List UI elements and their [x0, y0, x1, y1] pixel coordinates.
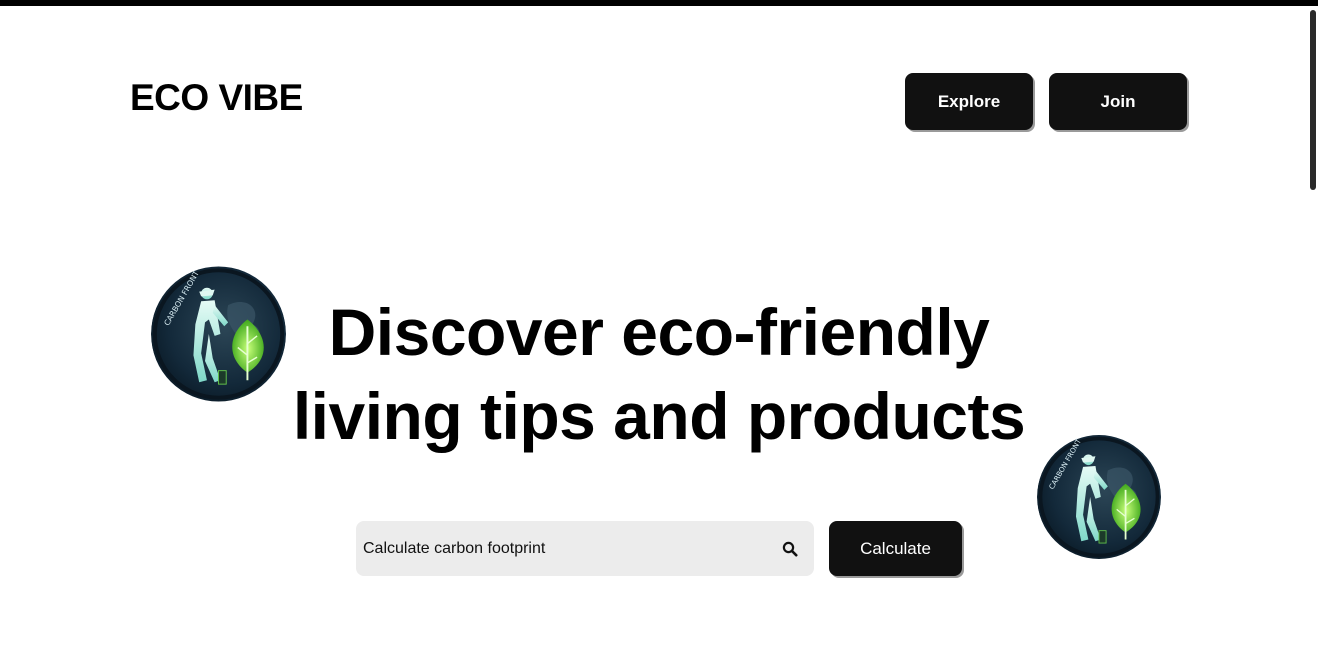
hero-title-line2: living tips and products — [292, 379, 1026, 453]
site-logo[interactable]: ECO VIBE — [130, 78, 303, 118]
search-icon[interactable] — [770, 521, 810, 576]
hero-title-line1: Discover eco-friendly — [328, 295, 990, 369]
top-border — [0, 0, 1318, 6]
carbon-search-box — [356, 521, 814, 576]
carbon-footprint-input[interactable] — [356, 521, 770, 576]
hero-title: Discover eco-friendly living tips and pr… — [259, 290, 1059, 458]
join-button[interactable]: Join — [1049, 73, 1187, 130]
carbon-footprint-badge-graphic: CARBON FRONT — [1037, 435, 1161, 559]
scrollbar-thumb[interactable] — [1310, 10, 1316, 190]
explore-button[interactable]: Explore — [905, 73, 1033, 130]
calculate-button[interactable]: Calculate — [829, 521, 962, 576]
carbon-footprint-badge-icon: CARBON FRONT — [1037, 433, 1161, 561]
page: ECO VIBE Explore Join CARBON FRONT Disco… — [0, 0, 1318, 655]
